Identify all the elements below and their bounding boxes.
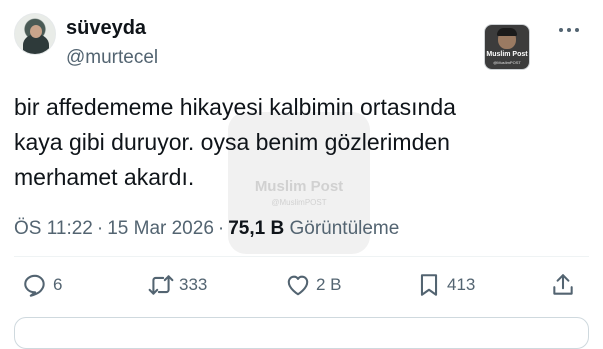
reply-button[interactable]: 6 — [22, 272, 62, 298]
logo-portrait-hair — [497, 28, 517, 36]
display-name[interactable]: süveyda — [66, 16, 146, 40]
views-label: Görüntüleme — [289, 218, 400, 239]
tweet-line: merhamet akardı. — [14, 164, 195, 190]
bookmark-count: 413 — [447, 275, 476, 294]
like-count: 2 B — [316, 275, 342, 294]
divider — [14, 256, 589, 257]
share-icon — [550, 272, 576, 298]
reply-count: 6 — [53, 275, 63, 294]
like-icon — [285, 272, 311, 298]
retweet-button[interactable]: 333 — [148, 272, 207, 298]
like-button[interactable]: 2 B — [285, 272, 342, 298]
meta-separator: · — [217, 218, 225, 239]
avatar-face — [30, 25, 42, 38]
tweet-text: bir affedememe hikayesi kalbimin ortasın… — [14, 90, 574, 195]
bookmark-button[interactable]: 413 — [416, 272, 475, 298]
retweet-count: 333 — [179, 275, 208, 294]
user-handle[interactable]: @murtecel — [66, 46, 158, 70]
logo-subtext: @MuslimPOST — [493, 60, 521, 65]
reply-composer[interactable] — [14, 317, 589, 349]
meta-separator: · — [96, 218, 104, 239]
bookmark-icon — [416, 272, 442, 298]
views-count: 75,1 B — [228, 218, 285, 239]
tweet-time[interactable]: ÖS 11:22 — [14, 218, 93, 239]
retweet-icon — [148, 272, 174, 298]
reply-icon — [22, 272, 48, 298]
more-icon[interactable] — [557, 22, 581, 32]
tweet-date[interactable]: 15 Mar 2026 — [107, 218, 214, 239]
watermark-subtext: @MuslimPOST — [271, 198, 327, 207]
logo-name: Muslim Post — [486, 51, 528, 58]
tweet-line: kaya gibi duruyor. oysa benim gözlerimde… — [14, 129, 450, 155]
share-button[interactable] — [550, 272, 576, 298]
avatar[interactable] — [14, 13, 56, 55]
tweet-line: bir affedememe hikayesi kalbimin ortasın… — [14, 94, 456, 120]
muslim-post-logo: Muslim Post @MuslimPOST — [484, 24, 530, 70]
tweet-meta: ÖS 11:22 · 15 Mar 2026 · 75,1 B Görüntüleme — [14, 217, 399, 241]
